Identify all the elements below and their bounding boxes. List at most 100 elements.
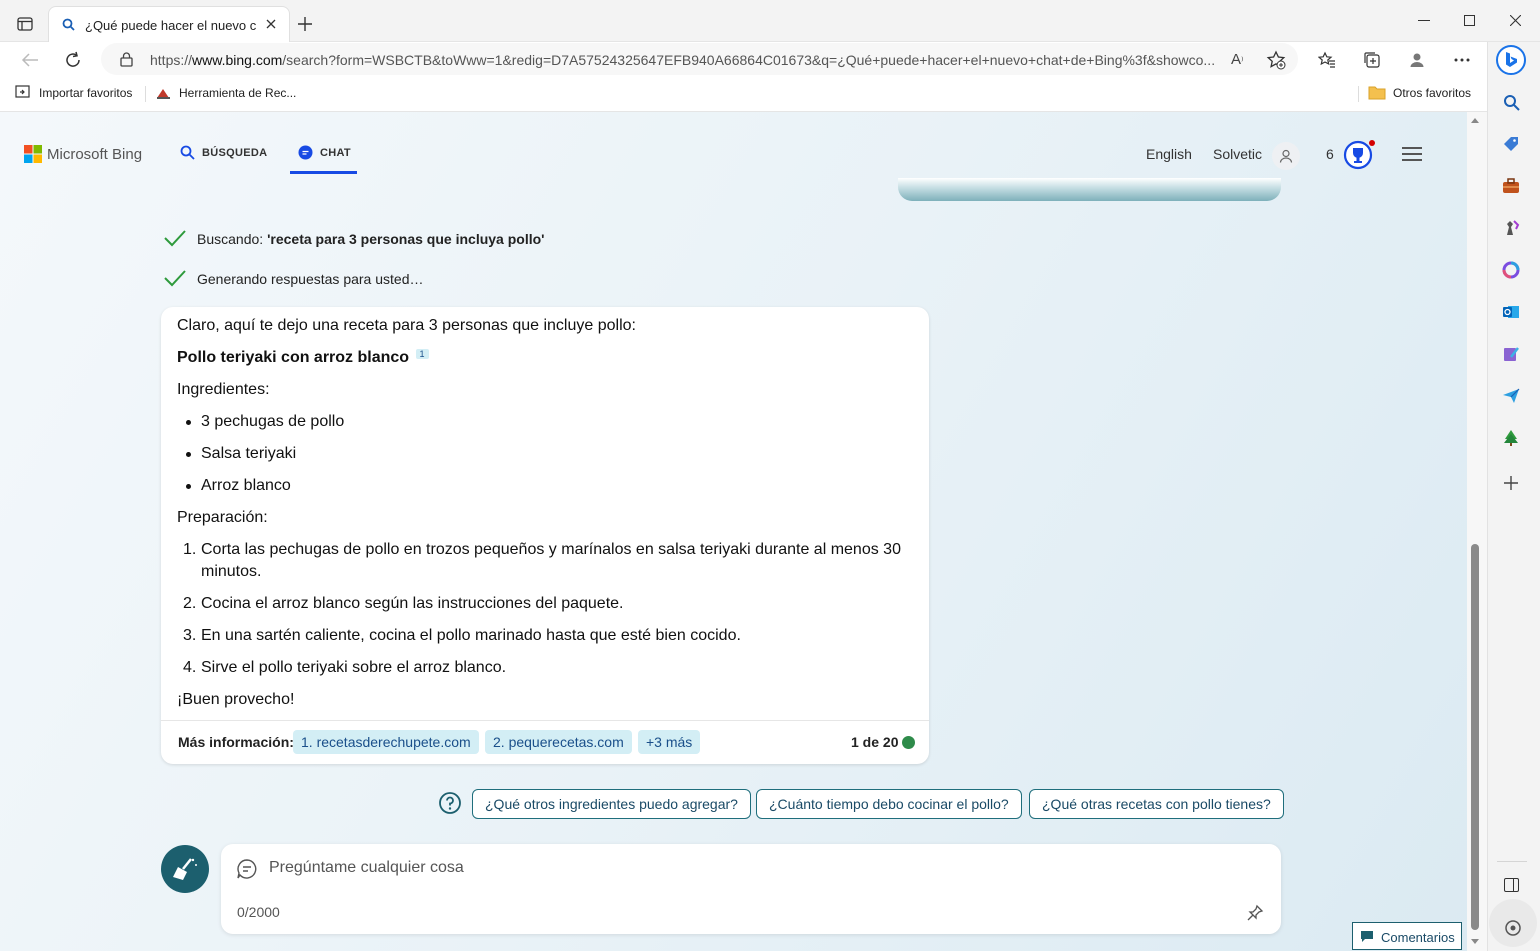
response-counter: 1 de 20 (851, 734, 899, 750)
divider (145, 86, 146, 102)
help-icon[interactable] (438, 791, 462, 815)
response-intro: Claro, aquí te dejo una receta para 3 pe… (177, 317, 636, 334)
bullet (186, 420, 191, 425)
rewards-count: 6 (1326, 146, 1334, 162)
read-aloud-icon[interactable]: A⁾ (1231, 51, 1243, 68)
games-icon[interactable] (1498, 215, 1524, 241)
favorites-icon[interactable] (1318, 51, 1336, 69)
ingredient-item: 3 pechugas de pollo (201, 413, 345, 430)
source-chip[interactable]: 2. pequerecetas.com (485, 730, 632, 754)
favorite-tool[interactable]: Herramienta de Rec... (179, 86, 296, 100)
nav-chat[interactable]: CHAT (298, 145, 351, 160)
add-icon[interactable] (1498, 470, 1524, 496)
step-text: Corta las pechugas de pollo en trozos pe… (201, 541, 901, 558)
tab-actions-icon[interactable] (17, 16, 33, 32)
closing-text: ¡Buen provecho! (177, 691, 295, 708)
add-favorite-icon[interactable] (1266, 50, 1286, 70)
step-number: 3. (183, 627, 197, 644)
nav-chat-label: CHAT (320, 146, 351, 159)
step-text: En una sartén caliente, cocina el pollo … (201, 627, 741, 644)
menu-icon[interactable] (1402, 146, 1422, 162)
scrollbar-thumb[interactable] (1471, 544, 1479, 930)
logo-text: Microsoft Bing (47, 145, 143, 163)
more-icon[interactable] (1454, 58, 1470, 62)
maximize-icon[interactable] (1464, 15, 1475, 26)
scroll-up-icon[interactable] (1470, 116, 1480, 124)
minimize-icon[interactable] (1418, 20, 1430, 22)
check-icon (163, 229, 187, 247)
feedback-icon (1360, 930, 1374, 943)
check-icon (163, 269, 187, 287)
back-icon[interactable] (21, 52, 39, 68)
shopping-tag-icon[interactable] (1498, 131, 1524, 157)
import-icon (15, 85, 32, 100)
citation-badge[interactable]: 1 (415, 349, 429, 359)
more-sources-chip[interactable]: +3 más (638, 730, 701, 754)
tab-title: ¿Qué puede hacer el nuevo chat (85, 18, 257, 33)
pin-icon[interactable] (1246, 904, 1264, 922)
tools-briefcase-icon[interactable] (1498, 173, 1524, 199)
microsoft365-icon[interactable] (1498, 257, 1524, 283)
nav-chat-underline (290, 171, 357, 174)
ingredients-heading: Ingredientes: (177, 381, 270, 398)
nav-search[interactable]: BÚSQUEDA (180, 145, 267, 160)
search-icon (62, 18, 75, 31)
suggestion-button[interactable]: ¿Cuánto tiempo debo cocinar el pollo? (756, 789, 1022, 819)
chat-bubble-icon (236, 858, 258, 880)
collections-icon[interactable] (1363, 51, 1381, 69)
tree-icon[interactable] (1498, 425, 1524, 451)
refresh-icon[interactable] (64, 51, 82, 69)
avatar[interactable] (1272, 142, 1300, 170)
outlook-icon[interactable] (1498, 299, 1524, 325)
chat-input-box[interactable]: Pregúntame cualquier cosa 0/2000 (221, 844, 1281, 934)
microsoft-logo-icon (24, 145, 42, 163)
step-text: Sirve el pollo teriyaki sobre el arroz b… (201, 659, 507, 676)
close-window-icon[interactable] (1510, 15, 1521, 26)
source-chip[interactable]: 1. recetasderechupete.com (293, 730, 479, 754)
status-generating: Generando respuestas para usted… (197, 271, 424, 287)
browser-tab[interactable]: ¿Qué puede hacer el nuevo chat (48, 6, 290, 42)
new-topic-button[interactable] (161, 845, 209, 893)
lock-icon[interactable] (120, 52, 133, 67)
url-text[interactable]: https://www.bing.com/search?form=WSBCTB&… (150, 52, 1218, 68)
divider (1497, 861, 1527, 862)
bullet (186, 452, 191, 457)
new-tab-icon[interactable] (297, 16, 313, 32)
user-icon (1279, 149, 1293, 163)
favorite-import[interactable]: Importar favoritos (39, 86, 132, 100)
send-icon[interactable] (1498, 383, 1524, 409)
char-count: 0/2000 (237, 904, 280, 920)
suggestion-button[interactable]: ¿Qué otros ingredientes puedo agregar? (472, 789, 751, 819)
broom-icon (173, 858, 197, 880)
language-link[interactable]: English (1146, 146, 1192, 162)
step-text-cont: minutos. (201, 563, 262, 580)
feedback-label: Comentarios (1381, 930, 1455, 945)
nav-search-label: BÚSQUEDA (202, 146, 268, 159)
status-dot-icon (902, 736, 915, 749)
close-icon[interactable] (265, 18, 277, 30)
rewards-icon[interactable] (1342, 139, 1376, 171)
favorite-others[interactable]: Otros favoritos (1393, 86, 1471, 100)
scroll-down-icon[interactable] (1470, 938, 1480, 946)
bing-logo[interactable]: Microsoft Bing (24, 145, 142, 163)
tool-icon (156, 86, 171, 100)
profile-icon[interactable] (1408, 51, 1426, 69)
folder-icon (1368, 85, 1386, 100)
settings-icon[interactable] (1487, 895, 1540, 951)
step-text: Cocina el arroz blanco según las instruc… (201, 595, 624, 612)
drop-icon[interactable] (1498, 341, 1524, 367)
step-number: 4. (183, 659, 197, 676)
chat-icon (298, 145, 313, 160)
bing-chat-icon[interactable] (1496, 45, 1526, 75)
response-card: Claro, aquí te dejo una receta para 3 pe… (161, 307, 929, 764)
search-icon[interactable] (1498, 89, 1524, 115)
card-divider (161, 720, 929, 721)
suggestion-button[interactable]: ¿Qué otras recetas con pollo tienes? (1029, 789, 1284, 819)
search-icon (180, 145, 195, 160)
chat-input[interactable]: Pregúntame cualquier cosa (269, 859, 464, 877)
step-number: 1. (183, 541, 197, 558)
bullet (186, 484, 191, 489)
feedback-button[interactable]: Comentarios (1352, 922, 1462, 950)
prep-heading: Preparación: (177, 509, 268, 526)
user-name[interactable]: Solvetic (1213, 146, 1262, 162)
